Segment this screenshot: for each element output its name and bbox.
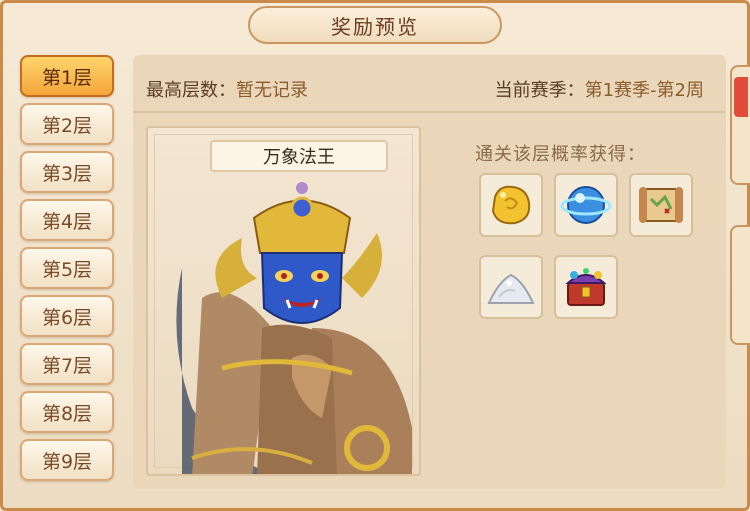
side-panel-tab-top[interactable]	[730, 65, 750, 185]
tab-floor-6[interactable]: 第6层	[20, 295, 114, 337]
floor-tab-list: 第1层 第2层 第3层 第4层 第5层 第6层 第7层 第8层 第9层	[20, 55, 115, 487]
tab-floor-4[interactable]: 第4层	[20, 199, 114, 241]
best-floor-stat: 最高层数：暂无记录	[146, 76, 308, 102]
blue-orb-icon	[560, 186, 612, 224]
tab-label: 第7层	[41, 354, 93, 377]
current-season-label: 当前赛季：	[494, 80, 585, 101]
best-floor-label: 最高层数：	[146, 80, 236, 101]
tab-floor-3[interactable]: 第3层	[20, 151, 114, 193]
tab-floor-2[interactable]: 第2层	[20, 103, 114, 145]
tab-floor-8[interactable]: 第8层	[20, 391, 114, 433]
current-season-stat: 当前赛季：第1赛季-第2周	[495, 76, 704, 102]
window-title: 奖励预览	[331, 14, 419, 39]
reward-slot-gold-ore[interactable]	[479, 173, 543, 237]
gold-ore-icon	[491, 185, 531, 225]
reward-title: 通关该层概率获得：	[475, 144, 646, 165]
reward-slot-treasure-chest[interactable]	[554, 255, 618, 319]
reward-slot-treasure-map[interactable]	[629, 173, 693, 237]
close-icon[interactable]	[734, 77, 748, 117]
tab-label: 第5层	[41, 258, 93, 281]
stats-bar: 最高层数：暂无记录 当前赛季：第1赛季-第2周	[133, 55, 726, 113]
boss-portrait	[176, 182, 412, 474]
boss-name: 万象法王	[263, 147, 335, 168]
tab-label: 第8层	[41, 402, 93, 425]
silver-powder-icon	[487, 273, 535, 304]
reward-slot-blue-orb[interactable]	[554, 173, 618, 237]
reward-preview-panel: 最高层数：暂无记录 当前赛季：第1赛季-第2周 万象法王 通关该层概率获得：	[133, 55, 726, 489]
side-panel-tab-bottom[interactable]	[730, 225, 750, 345]
reward-slot-silver-powder[interactable]	[479, 255, 543, 319]
tab-label: 第1层	[41, 66, 93, 89]
window-title-plate: 奖励预览	[248, 6, 502, 44]
boss-name-plate: 万象法王	[210, 140, 388, 172]
current-season-value: 第1赛季-第2周	[584, 80, 704, 101]
tab-floor-1[interactable]: 第1层	[20, 55, 114, 97]
best-floor-value: 暂无记录	[236, 80, 308, 101]
tab-label: 第2层	[41, 114, 93, 137]
tab-label: 第4层	[41, 210, 93, 233]
boss-card: 万象法王	[146, 126, 421, 476]
tab-label: 第6层	[41, 306, 93, 329]
treasure-chest-icon	[565, 268, 607, 306]
tab-floor-9[interactable]: 第9层	[20, 439, 114, 481]
tab-floor-5[interactable]: 第5层	[20, 247, 114, 289]
treasure-map-icon	[639, 187, 683, 223]
tab-floor-7[interactable]: 第7层	[20, 343, 114, 385]
tab-label: 第9层	[41, 450, 93, 473]
tab-label: 第3层	[41, 162, 93, 185]
